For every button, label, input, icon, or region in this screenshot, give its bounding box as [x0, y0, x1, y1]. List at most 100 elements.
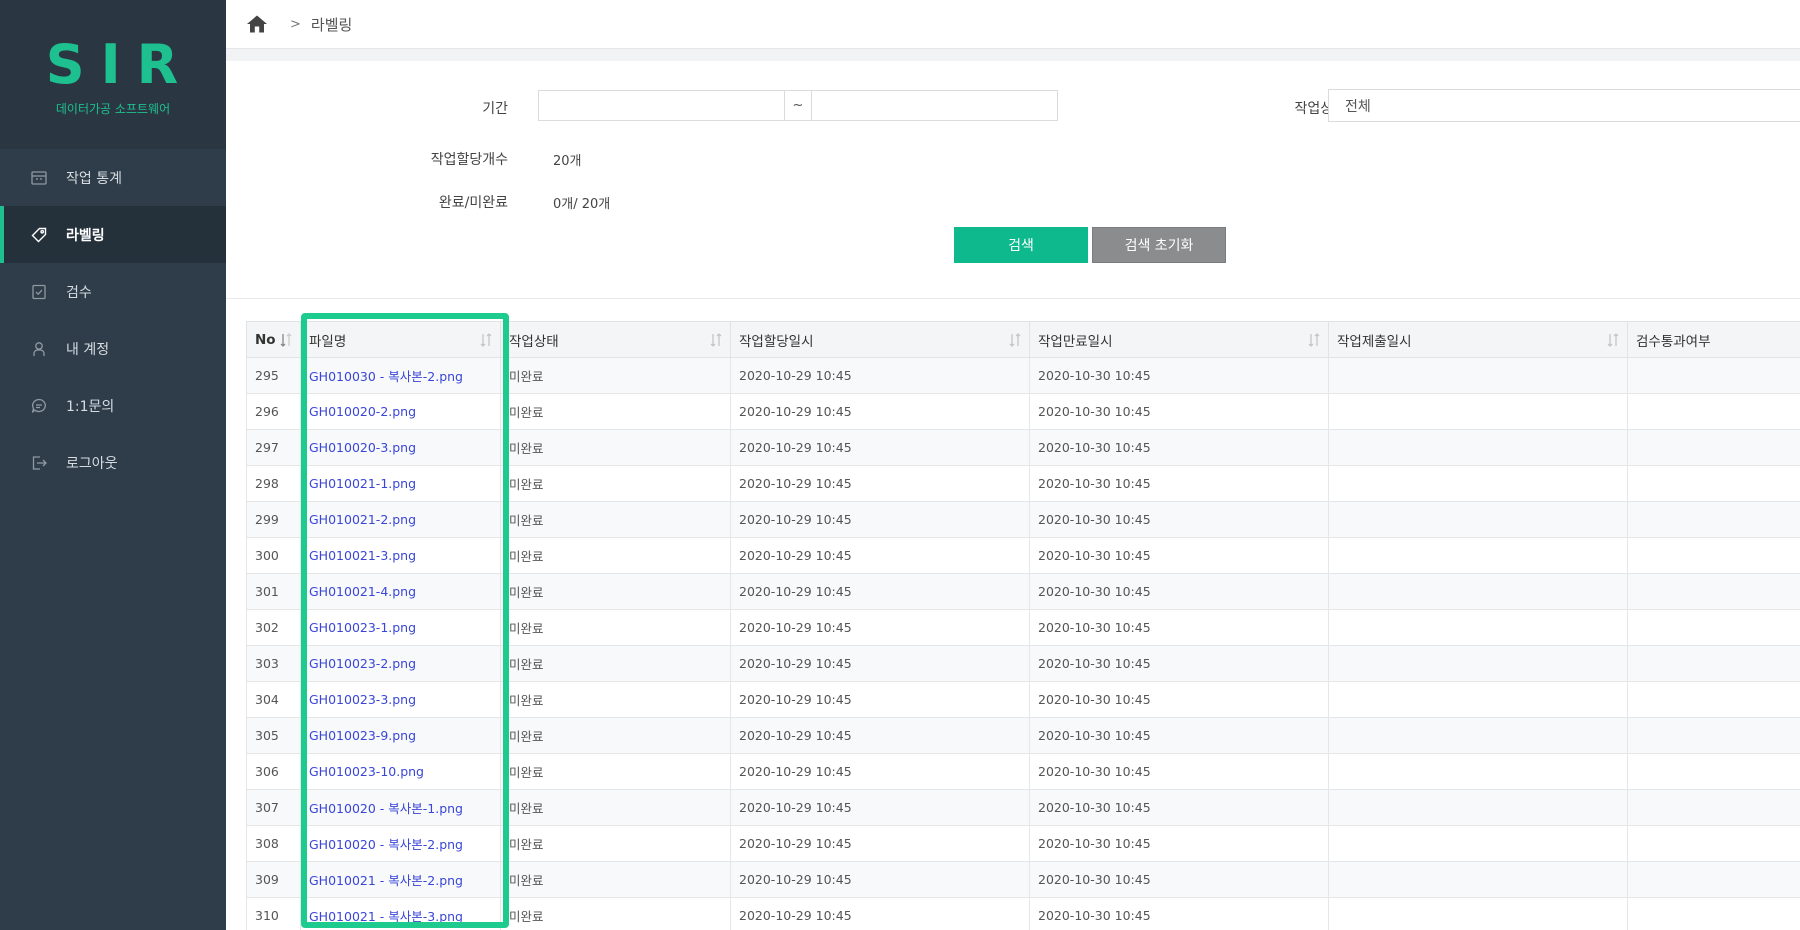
cell-filename[interactable]: GH010021-1.png [300, 465, 501, 502]
assigned-count-label: 작업할당개수 [430, 152, 508, 168]
table-row[interactable]: 305 GH010023-9.png 미완료 2020-10-29 10:45 2020… [246, 717, 1800, 754]
column-header-no[interactable]: No [246, 321, 301, 358]
filename-link[interactable]: GH010021-2.png [309, 512, 416, 527]
column-header-assigned-at[interactable]: 작업할당일시 [730, 321, 1030, 358]
cell-filename[interactable]: GH010023-3.png [300, 681, 501, 718]
cell-no: 306 [246, 753, 301, 790]
table-row[interactable]: 298 GH010021-1.png 미완료 2020-10-29 10:45 2020… [246, 465, 1800, 502]
table-row[interactable]: 304 GH010023-3.png 미완료 2020-10-29 10:45 2020… [246, 681, 1800, 718]
cell-submitted-at [1328, 645, 1628, 682]
table-row[interactable]: 299 GH010021-2.png 미완료 2020-10-29 10:45 2020… [246, 501, 1800, 538]
breadcrumb-current: 라벨링 [310, 15, 353, 34]
status-select[interactable]: 전체 [1328, 89, 1800, 122]
cell-status: 미완료 [500, 537, 731, 574]
logo[interactable]: SIR 데이터가공 소프트웨어 [0, 0, 226, 149]
sidebar-item-label: 1:1문의 [66, 398, 115, 415]
cell-expires-at: 2020-10-30 10:45 [1029, 393, 1329, 430]
cell-expires-at: 2020-10-30 10:45 [1029, 645, 1329, 682]
cell-submitted-at [1328, 681, 1628, 718]
filename-link[interactable]: GH010021-3.png [309, 548, 416, 563]
column-header-review-passed[interactable]: 검수통과여부 [1627, 321, 1800, 358]
cell-filename[interactable]: GH010020 - 복사본-1.png [300, 789, 501, 826]
table-row[interactable]: 303 GH010023-2.png 미완료 2020-10-29 10:45 2020… [246, 645, 1800, 682]
cell-review-passed [1627, 861, 1800, 898]
cell-review-passed [1627, 573, 1800, 610]
cell-assigned-at: 2020-10-29 10:45 [730, 681, 1030, 718]
cell-review-passed [1627, 717, 1800, 754]
search-button[interactable]: 검색 [954, 227, 1088, 263]
table-row[interactable]: 301 GH010021-4.png 미완료 2020-10-29 10:45 2020… [246, 573, 1800, 610]
filename-link[interactable]: GH010020-3.png [309, 440, 416, 455]
column-header-submitted-at[interactable]: 작업제출일시 [1328, 321, 1628, 358]
cell-expires-at: 2020-10-30 10:45 [1029, 789, 1329, 826]
cell-expires-at: 2020-10-30 10:45 [1029, 429, 1329, 466]
column-header-expires-at[interactable]: 작업만료일시 [1029, 321, 1329, 358]
sidebar-item-account[interactable]: 내 계정 [0, 320, 226, 377]
sidebar-item-review[interactable]: 검수 [0, 263, 226, 320]
sidebar-item-labeling[interactable]: 라벨링 [0, 206, 226, 263]
cell-filename[interactable]: GH010023-10.png [300, 753, 501, 790]
filename-link[interactable]: GH010023-1.png [309, 620, 416, 635]
cell-assigned-at: 2020-10-29 10:45 [730, 789, 1030, 826]
tag-icon [30, 226, 48, 244]
period-end-input[interactable] [811, 90, 1058, 121]
filename-link[interactable]: GH010023-10.png [309, 764, 424, 779]
filename-link[interactable]: GH010020 - 복사본-1.png [309, 801, 463, 816]
sidebar-item-stats[interactable]: 작업 통계 [0, 149, 226, 206]
column-header-status[interactable]: 작업상태 [500, 321, 731, 358]
filename-link[interactable]: GH010021 - 복사본-2.png [309, 873, 463, 888]
cell-no: 301 [246, 573, 301, 610]
filename-link[interactable]: GH010021-1.png [309, 476, 416, 491]
table-row[interactable]: 307 GH010020 - 복사본-1.png 미완료 2020-10-29 10:… [246, 789, 1800, 826]
cell-filename[interactable]: GH010023-2.png [300, 645, 501, 682]
breadcrumb: > 라벨링 [226, 0, 1800, 49]
table-row[interactable]: 309 GH010021 - 복사본-2.png 미완료 2020-10-29 10:… [246, 861, 1800, 898]
table-row[interactable]: 300 GH010021-3.png 미완료 2020-10-29 10:45 2020… [246, 537, 1800, 574]
breadcrumb-separator: > [290, 16, 301, 32]
cell-filename[interactable]: GH010021-3.png [300, 537, 501, 574]
reset-search-button[interactable]: 검색 초기화 [1092, 227, 1226, 263]
table-row[interactable]: 308 GH010020 - 복사본-2.png 미완료 2020-10-29 10:… [246, 825, 1800, 862]
sidebar-item-inquiry[interactable]: 1:1문의 [0, 377, 226, 434]
cell-filename[interactable]: GH010020 - 복사본-2.png [300, 825, 501, 862]
cell-review-passed [1627, 537, 1800, 574]
table-row[interactable]: 297 GH010020-3.png 미완료 2020-10-29 10:45 2020… [246, 429, 1800, 466]
logo-subtitle: 데이터가공 소프트웨어 [55, 102, 171, 116]
cell-review-passed [1627, 753, 1800, 790]
filename-link[interactable]: GH010023-2.png [309, 656, 416, 671]
cell-filename[interactable]: GH010021-4.png [300, 573, 501, 610]
user-icon [30, 340, 48, 358]
filename-link[interactable]: GH010023-3.png [309, 692, 416, 707]
filename-link[interactable]: GH010030 - 복사본-2.png [309, 369, 463, 384]
filename-link[interactable]: GH010021-4.png [309, 584, 416, 599]
cell-filename[interactable]: GH010023-9.png [300, 717, 501, 754]
table-row[interactable]: 306 GH010023-10.png 미완료 2020-10-29 10:45 202… [246, 753, 1800, 790]
period-start-input[interactable] [538, 90, 785, 121]
cell-filename[interactable]: GH010021-2.png [300, 501, 501, 538]
table-row[interactable]: 296 GH010020-2.png 미완료 2020-10-29 10:45 2020… [246, 393, 1800, 430]
filename-link[interactable]: GH010020-2.png [309, 404, 416, 419]
cell-filename[interactable]: GH010030 - 복사본-2.png [300, 357, 501, 394]
cell-assigned-at: 2020-10-29 10:45 [730, 573, 1030, 610]
sidebar-item-logout[interactable]: 로그아웃 [0, 434, 226, 491]
filename-link[interactable]: GH010023-9.png [309, 728, 416, 743]
cell-assigned-at: 2020-10-29 10:45 [730, 645, 1030, 682]
cell-review-passed [1627, 897, 1800, 930]
period-label: 기간 [482, 101, 508, 117]
sort-icon [1607, 333, 1619, 347]
filename-link[interactable]: GH010021 - 복사본-3.png [309, 909, 463, 924]
cell-filename[interactable]: GH010021 - 복사본-2.png [300, 861, 501, 898]
cell-filename[interactable]: GH010020-3.png [300, 429, 501, 466]
sidebar-item-label: 검수 [66, 284, 92, 301]
filename-link[interactable]: GH010020 - 복사본-2.png [309, 837, 463, 852]
column-header-filename[interactable]: 파일명 [300, 321, 501, 358]
cell-filename[interactable]: GH010020-2.png [300, 393, 501, 430]
table-row[interactable]: 302 GH010023-1.png 미완료 2020-10-29 10:45 2020… [246, 609, 1800, 646]
home-icon[interactable] [246, 14, 268, 34]
cell-filename[interactable]: GH010023-1.png [300, 609, 501, 646]
table-row[interactable]: 310 GH010021 - 복사본-3.png 미완료 2020-10-29 10:… [246, 897, 1800, 930]
cell-review-passed [1627, 825, 1800, 862]
cell-filename[interactable]: GH010021 - 복사본-3.png [300, 897, 501, 930]
table-row[interactable]: 295 GH010030 - 복사본-2.png 미완료 2020-10-29 10:… [246, 357, 1800, 394]
cell-submitted-at [1328, 609, 1628, 646]
